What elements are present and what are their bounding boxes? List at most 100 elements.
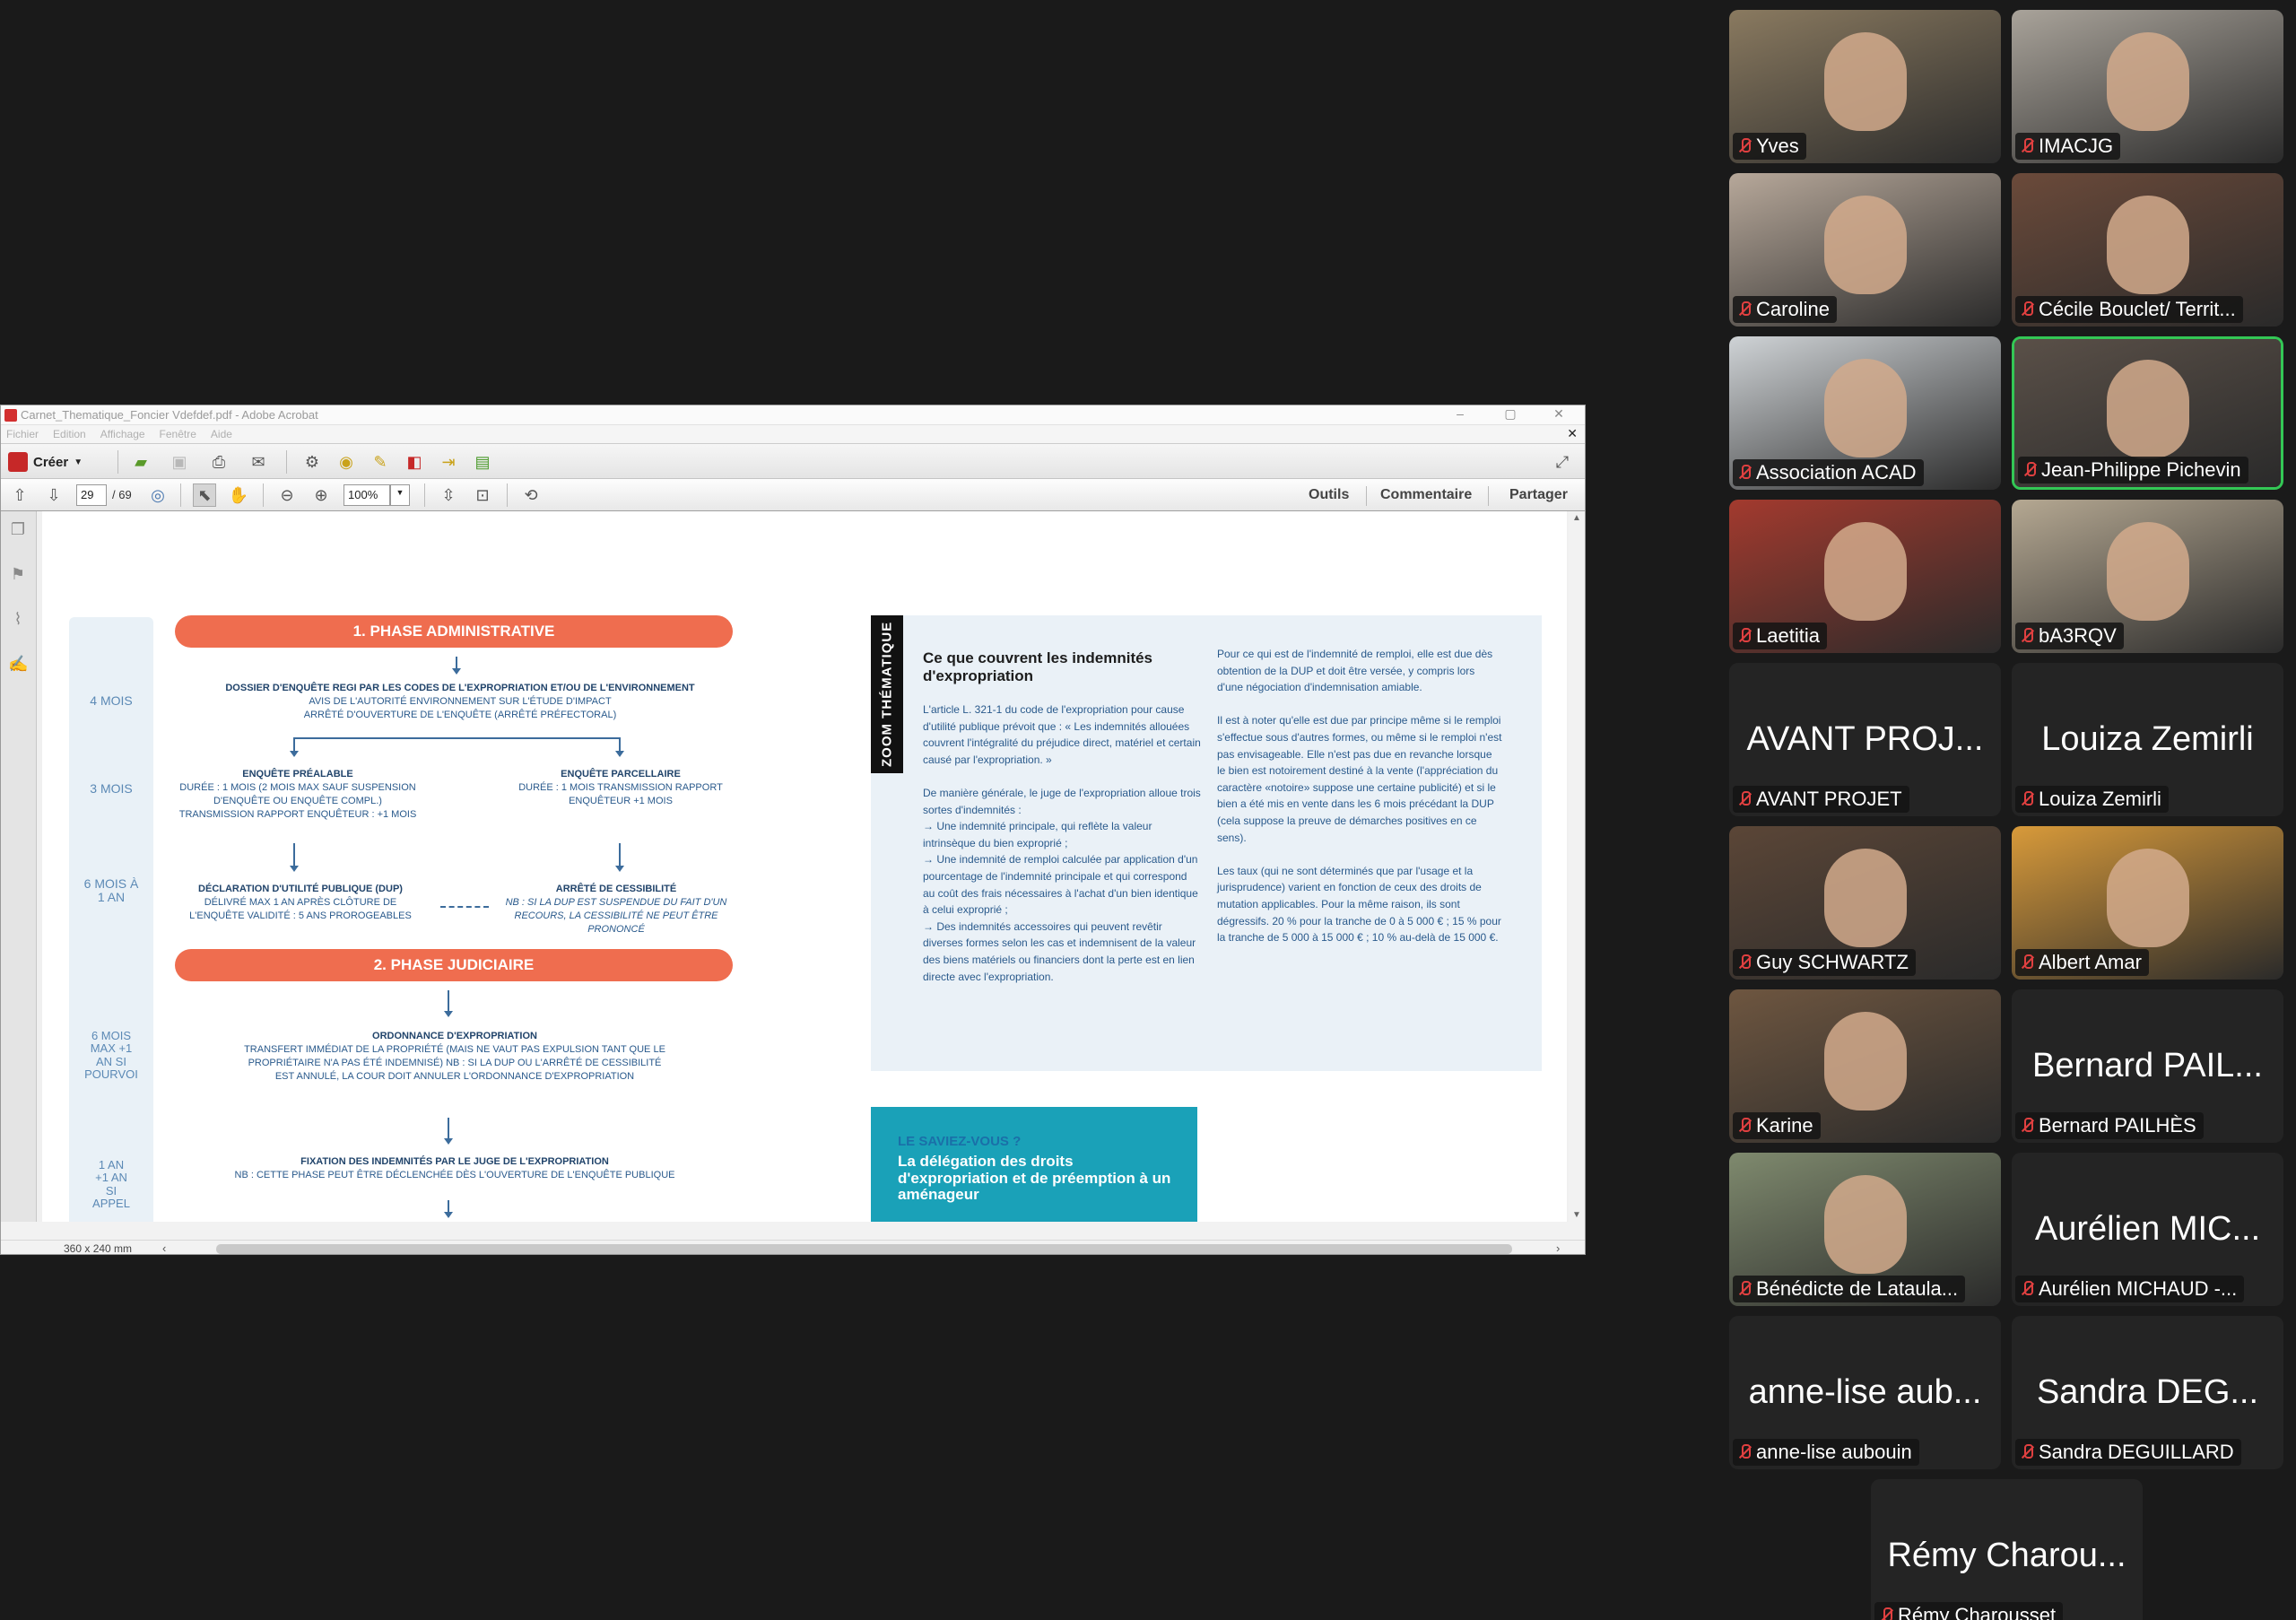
participant-tile[interactable]: Yves <box>1729 10 2001 163</box>
zoom-out-icon[interactable]: ⊖ <box>275 483 299 507</box>
muted-mic-icon <box>1738 1281 1751 1297</box>
read-aloud-icon[interactable]: ⟲ <box>519 483 543 507</box>
muted-mic-icon <box>1738 301 1751 318</box>
zoom-dropdown-chevron-icon[interactable]: ▼ <box>390 484 410 506</box>
maximize-icon[interactable]: ▢ <box>1497 406 1524 422</box>
acrobat-window[interactable]: Carnet_Thematique_Foncier Vdefdef.pdf - … <box>0 405 1586 1255</box>
zoom-level-input[interactable]: 100% <box>344 484 390 506</box>
muted-mic-icon <box>2021 1444 2033 1460</box>
minimize-icon[interactable]: – <box>1447 406 1474 421</box>
muted-mic-icon <box>2023 462 2036 478</box>
menu-fichier[interactable]: Fichier <box>6 428 39 440</box>
muted-mic-icon <box>1738 465 1751 481</box>
enquete-parcellaire-body: DURÉE : 1 MOIS TRANSMISSION RAPPORT ENQU… <box>518 781 723 806</box>
fixation-body: NB : CETTE PHASE PEUT ÊTRE DÉCLENCHÉE DÈ… <box>234 1169 675 1180</box>
participant-tile[interactable]: Karine <box>1729 989 2001 1143</box>
participant-tile[interactable]: Association ACAD <box>1729 336 2001 490</box>
participant-tile[interactable]: Sandra DEG... Sandra DEGUILLARD <box>2012 1316 2283 1469</box>
participant-tile[interactable]: Jean-Philippe Pichevin <box>2012 336 2283 490</box>
vertical-scrollbar[interactable]: ▲ ▼ <box>1569 511 1585 1222</box>
participant-label: Albert Amar <box>2015 949 2149 976</box>
scroll-up-icon[interactable]: ▲ <box>1572 513 1581 523</box>
fit-page-icon[interactable]: ⊡ <box>471 483 494 507</box>
participant-face <box>1823 521 1907 621</box>
flow-arrow <box>444 990 453 1017</box>
participant-label: anne-lise aubouin <box>1733 1439 1919 1466</box>
tools-link[interactable]: Outils <box>1309 487 1349 503</box>
participant-tile[interactable]: Albert Amar <box>2012 826 2283 980</box>
participant-tile[interactable]: Laetitia <box>1729 500 2001 653</box>
participant-face <box>2106 359 2189 458</box>
export-icon[interactable]: ⇥ <box>437 450 460 474</box>
participant-tile[interactable]: Caroline <box>1729 173 2001 327</box>
bookmarks-icon[interactable]: ⚑ <box>8 565 28 585</box>
select-cursor-icon[interactable]: ⬉ <box>193 483 216 507</box>
menu-affichage[interactable]: Affichage <box>100 428 145 440</box>
fullscreen-icon[interactable]: ⤢ <box>1551 450 1574 474</box>
open-folder-icon[interactable]: ▰ <box>129 450 152 474</box>
scroll-thumb[interactable] <box>216 1244 1512 1254</box>
create-button[interactable]: Créer ▼ <box>8 451 83 473</box>
redact-icon[interactable]: ◧ <box>403 450 426 474</box>
muted-mic-icon <box>2021 1281 2033 1297</box>
participant-tile[interactable]: AVANT PROJ... AVANT PROJET <box>1729 663 2001 816</box>
menu-aide[interactable]: Aide <box>211 428 232 440</box>
navigation-toolbar: ⇧ ⇩ 29 / 69 ◎ ⬉ ✋ ⊖ ⊕ 100% ▼ ⇳ ⊡ ⟲ Outil… <box>1 479 1585 511</box>
email-icon[interactable]: ✉ <box>247 450 270 474</box>
toolbar-divider <box>507 483 508 507</box>
pages-panel-icon[interactable]: ❐ <box>8 520 28 540</box>
horizontal-scrollbar[interactable]: 360 x 240 mm ‹ › <box>1 1240 1585 1254</box>
menu-fenetre[interactable]: Fenêtre <box>160 428 196 440</box>
zoom-in-icon[interactable]: ⊕ <box>309 483 333 507</box>
participant-display-name: Aurélien MIC... <box>2034 1210 2261 1248</box>
pdf-page[interactable]: 4 MOIS 3 MOIS 6 MOIS À 1 AN 6 MOIS MAX +… <box>42 511 1567 1222</box>
ordonnance-title: ORDONNANCE D'EXPROPRIATION <box>372 1031 537 1041</box>
participant-tile[interactable]: bA3RQV <box>2012 500 2283 653</box>
signatures-icon[interactable]: ✍ <box>8 655 28 675</box>
participant-tile[interactable]: Guy SCHWARTZ <box>1729 826 2001 980</box>
participant-name: Association ACAD <box>1756 461 1917 483</box>
settings-gear-icon[interactable]: ⚙ <box>300 450 324 474</box>
dashed-arrow <box>440 906 489 908</box>
share-link[interactable]: Partager <box>1509 487 1568 503</box>
menu-edition[interactable]: Edition <box>53 428 86 440</box>
phase1-header: 1. PHASE ADMINISTRATIVE <box>175 615 733 648</box>
participant-tile[interactable]: anne-lise aub... anne-lise aubouin <box>1729 1316 2001 1469</box>
close-icon[interactable]: ✕ <box>1545 406 1572 422</box>
toolbar-divider <box>424 483 425 507</box>
toolbar-divider <box>286 450 287 474</box>
participant-tile[interactable]: Bernard PAIL... Bernard PAILHÈS <box>2012 989 2283 1143</box>
fit-width-icon[interactable]: ⇳ <box>437 483 460 507</box>
highlight-icon[interactable]: ✎ <box>369 450 392 474</box>
hand-tool-icon[interactable]: ✋ <box>227 483 250 507</box>
saviez-heading: LE SAVIEZ-VOUS ? <box>898 1134 1022 1149</box>
participant-tile[interactable]: Bénédicte de Lataula... <box>1729 1153 2001 1306</box>
participant-face <box>1823 358 1907 457</box>
participant-label: Bénédicte de Lataula... <box>1733 1276 1966 1302</box>
document-close-icon[interactable]: ✕ <box>1567 426 1578 441</box>
participant-tile[interactable]: Cécile Bouclet/ Territ... <box>2012 173 2283 327</box>
participant-tile[interactable]: Aurélien MIC... Aurélien MICHAUD -... <box>2012 1153 2283 1306</box>
page-total: / 69 <box>112 488 132 501</box>
participant-name: Bénédicte de Lataula... <box>1756 1277 1959 1300</box>
participant-tile[interactable]: Louiza Zemirli Louiza Zemirli <box>2012 663 2283 816</box>
scroll-left-icon[interactable]: ‹ <box>162 1241 166 1254</box>
le-saviez-vous-box: LE SAVIEZ-VOUS ? La délégation des droit… <box>871 1107 1197 1222</box>
next-page-icon[interactable]: ⇩ <box>42 483 65 507</box>
muted-mic-icon <box>1738 628 1751 644</box>
participant-display-name: anne-lise aub... <box>1748 1373 1982 1411</box>
previous-page-icon[interactable]: ⇧ <box>8 483 31 507</box>
page-number-input[interactable]: 29 <box>76 484 107 506</box>
sign-icon[interactable]: ▤ <box>471 450 494 474</box>
page-thumbnail-icon[interactable]: ◎ <box>146 483 170 507</box>
comment-link[interactable]: Commentaire <box>1380 487 1472 503</box>
comment-icon[interactable]: ◉ <box>335 450 358 474</box>
participant-tile[interactable]: IMACJG <box>2012 10 2283 163</box>
save-icon[interactable]: ▣ <box>168 450 191 474</box>
scroll-down-icon[interactable]: ▼ <box>1572 1210 1581 1220</box>
scroll-right-icon[interactable]: › <box>1556 1241 1560 1254</box>
participant-tile[interactable]: Rémy Charou... Rémy Charousset <box>1871 1479 2143 1620</box>
attachments-icon[interactable]: ⌇ <box>8 610 28 630</box>
print-icon[interactable]: ⎙ <box>207 450 230 474</box>
participant-display-name: Sandra DEG... <box>2036 1373 2259 1411</box>
